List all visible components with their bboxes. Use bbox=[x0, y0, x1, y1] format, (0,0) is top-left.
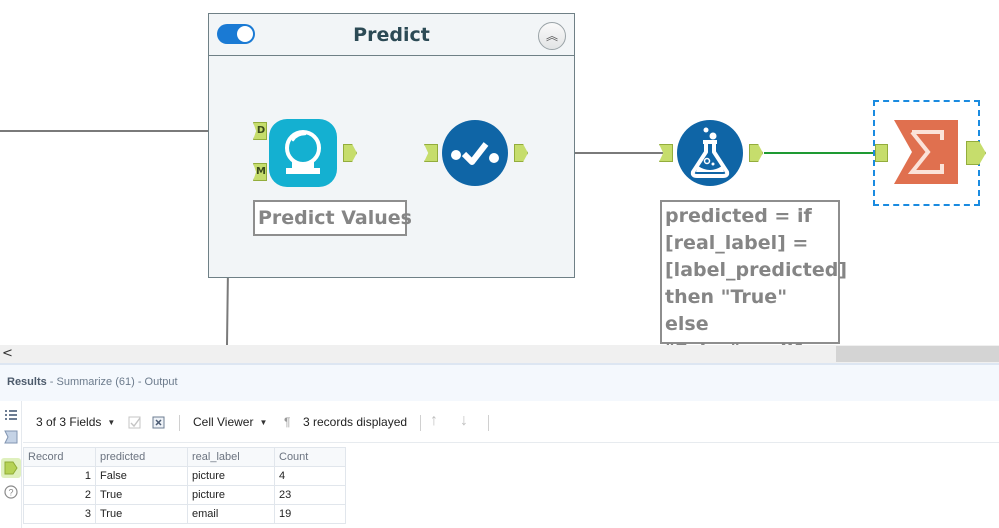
formula-annotation: predicted = if [real_label] = [label_pre… bbox=[660, 200, 847, 345]
toolbar-separator bbox=[420, 415, 421, 431]
fields-dropdown[interactable]: 3 of 3 Fields ▼ bbox=[36, 415, 115, 429]
scroll-left-arrow[interactable]: < bbox=[2, 346, 13, 361]
cell-predicted[interactable]: True bbox=[95, 485, 188, 505]
results-side-rail: ? bbox=[0, 401, 22, 528]
records-count: 3 records displayed bbox=[303, 415, 408, 429]
table-header-row: Record predicted real_label Count bbox=[23, 447, 346, 467]
toolbar-separator bbox=[488, 415, 489, 431]
column-header[interactable]: real_label bbox=[187, 447, 275, 467]
input-anchor-icon[interactable] bbox=[3, 429, 19, 445]
deselect-all-checkbox-icon[interactable] bbox=[152, 416, 166, 430]
summarize-tool[interactable] bbox=[892, 118, 960, 186]
chevron-down-icon: ▼ bbox=[259, 418, 268, 428]
cell-record[interactable]: 2 bbox=[23, 485, 96, 505]
pilcrow-icon[interactable]: ¶ bbox=[284, 415, 290, 429]
column-header[interactable]: Count bbox=[274, 447, 346, 467]
chevron-down-icon: ▼ bbox=[107, 418, 116, 428]
predict-tool[interactable] bbox=[269, 119, 337, 187]
help-icon[interactable]: ? bbox=[3, 484, 19, 500]
results-table: Record predicted real_label Count 1 Fals… bbox=[23, 447, 346, 524]
summarize-input-port[interactable] bbox=[875, 144, 888, 162]
horizontal-scrollbar[interactable]: < bbox=[0, 345, 999, 363]
table-row[interactable]: 1 False picture 4 bbox=[23, 466, 346, 486]
cell-real-label[interactable]: email bbox=[187, 504, 275, 524]
score-tool[interactable] bbox=[442, 120, 508, 186]
select-all-checkbox-icon[interactable] bbox=[128, 416, 142, 430]
workflow-canvas[interactable]: Predict ︽ D M Predict Values predicted =… bbox=[0, 0, 999, 345]
container-header: Predict ︽ bbox=[209, 14, 574, 56]
chevron-double-up-icon: ︽ bbox=[545, 29, 558, 43]
cell-record[interactable]: 1 bbox=[23, 466, 96, 486]
cell-viewer-dropdown[interactable]: Cell Viewer ▼ bbox=[193, 415, 267, 429]
predict-annotation: Predict Values bbox=[253, 200, 412, 236]
cell-count[interactable]: 4 bbox=[274, 466, 346, 486]
crystal-ball-icon bbox=[285, 130, 321, 174]
cell-real-label[interactable]: picture bbox=[187, 485, 275, 505]
cell-count[interactable]: 23 bbox=[274, 485, 346, 505]
column-header[interactable]: Record bbox=[23, 447, 96, 467]
arrow-down-icon[interactable]: ↓ bbox=[460, 412, 468, 430]
results-title: Results - Summarize (61) - Output bbox=[7, 376, 178, 388]
cell-predicted[interactable]: True bbox=[95, 504, 188, 524]
toolbar-separator bbox=[179, 415, 180, 431]
cell-real-label[interactable]: picture bbox=[187, 466, 275, 486]
svg-text:?: ? bbox=[8, 488, 13, 498]
fields-label: 3 of 3 Fields bbox=[36, 415, 102, 429]
collapse-button[interactable]: ︽ bbox=[538, 22, 566, 50]
list-icon[interactable] bbox=[3, 407, 19, 423]
results-panel: Results - Summarize (61) - Output ? 3 of… bbox=[0, 363, 999, 528]
table-row[interactable]: 3 True email 19 bbox=[23, 504, 346, 524]
cell-record[interactable]: 3 bbox=[23, 504, 96, 524]
output-anchor-tab[interactable] bbox=[1, 458, 21, 478]
cell-viewer-label: Cell Viewer bbox=[193, 415, 254, 429]
results-header: Results - Summarize (61) - Output bbox=[0, 365, 999, 401]
results-label: Results bbox=[7, 376, 47, 388]
arrow-up-icon[interactable]: ↑ bbox=[430, 412, 438, 430]
results-toolbar: 3 of 3 Fields ▼ Cell Viewer ▼ ¶ 3 records … bbox=[23, 401, 999, 443]
cell-predicted[interactable]: False bbox=[95, 466, 188, 486]
column-header[interactable]: predicted bbox=[95, 447, 188, 467]
flask-icon bbox=[690, 127, 730, 178]
formula-tool[interactable] bbox=[677, 120, 743, 186]
container-title: Predict bbox=[353, 24, 430, 46]
sigma-icon bbox=[894, 120, 958, 184]
results-subtitle: - Summarize (61) - Output bbox=[46, 376, 178, 388]
scrollbar-thumb[interactable] bbox=[836, 346, 999, 362]
score-check-icon bbox=[451, 142, 499, 165]
output-anchor-icon bbox=[4, 461, 18, 475]
cell-count[interactable]: 19 bbox=[274, 504, 346, 524]
table-row[interactable]: 2 True picture 23 bbox=[23, 485, 346, 505]
